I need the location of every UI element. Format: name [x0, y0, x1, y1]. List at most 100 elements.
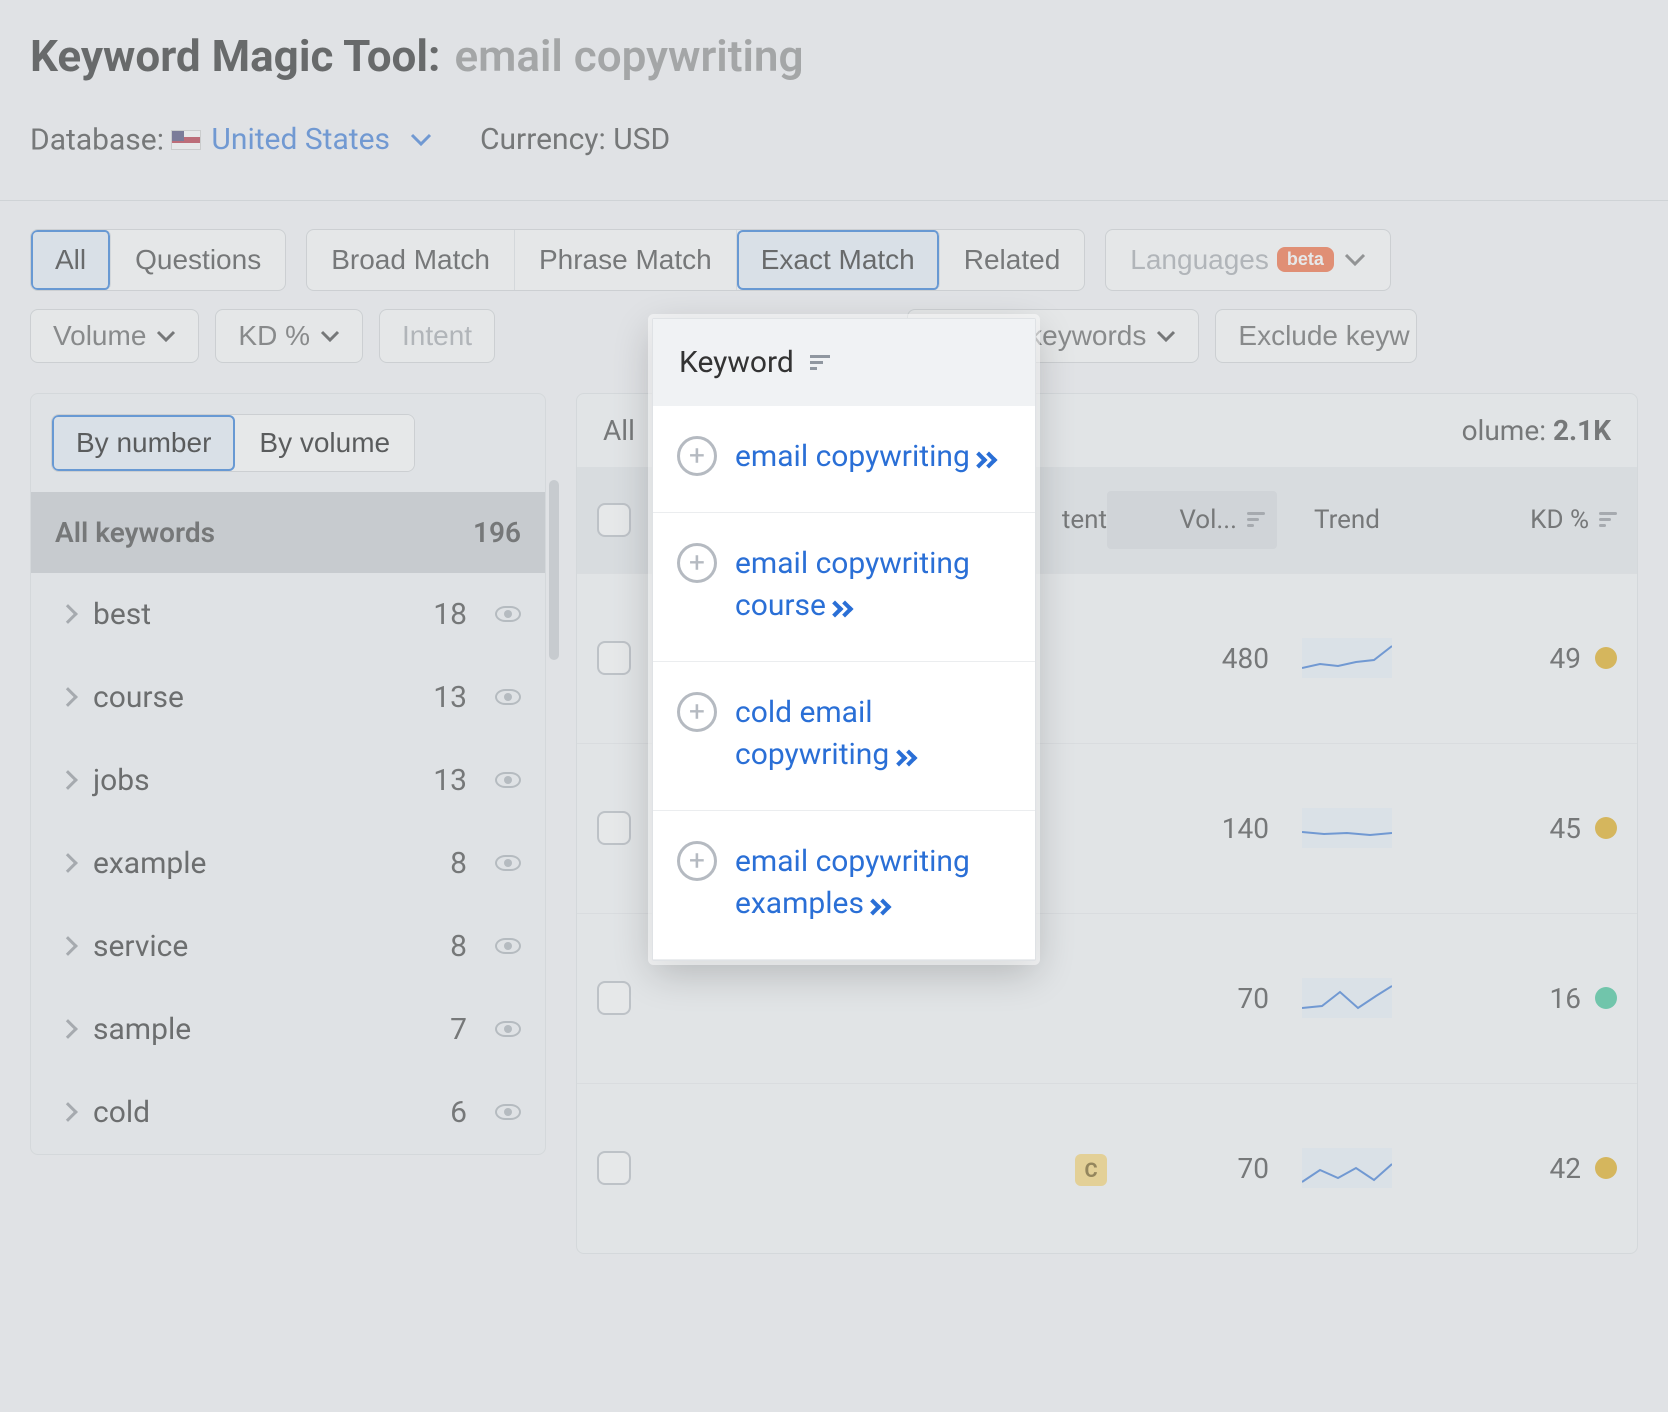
database-selector[interactable]: United States: [171, 122, 432, 157]
row-checkbox[interactable]: [597, 641, 631, 675]
col-trend[interactable]: Trend: [1277, 505, 1417, 535]
chevron-down-icon: [156, 330, 176, 342]
sidebar-item-count: 8: [450, 846, 467, 881]
eye-icon[interactable]: [495, 689, 521, 705]
row-checkbox[interactable]: [597, 811, 631, 845]
add-keyword-icon[interactable]: +: [677, 841, 717, 881]
filter-intent[interactable]: Intent: [379, 309, 495, 363]
chevron-right-icon: [58, 604, 78, 624]
keyword-item[interactable]: + cold email copywriting: [653, 662, 1035, 811]
database-label: Database:: [30, 123, 164, 158]
mode-by-volume[interactable]: By volume: [235, 415, 414, 471]
tab-all[interactable]: All: [31, 230, 111, 290]
sort-desc-icon: [1247, 512, 1265, 527]
mode-by-number[interactable]: By number: [52, 415, 235, 471]
row-kd-value: 42: [1550, 1152, 1581, 1185]
tab-related[interactable]: Related: [940, 230, 1085, 290]
col-kd[interactable]: KD %: [1417, 505, 1617, 535]
tab-exact-match[interactable]: Exact Match: [737, 230, 940, 290]
tab-questions[interactable]: Questions: [111, 230, 285, 290]
tab-broad-match[interactable]: Broad Match: [307, 230, 515, 290]
divider: [0, 200, 1668, 201]
chevron-right-icon: [58, 936, 78, 956]
sidebar-item-count: 13: [433, 763, 467, 798]
summary-volume-value: 2.1K: [1553, 414, 1611, 447]
currency-block: Currency: USD: [480, 122, 670, 157]
languages-label: Languages: [1130, 244, 1269, 276]
sidebar-item-service[interactable]: service8: [31, 905, 545, 988]
keyword-item[interactable]: + email copywriting: [653, 406, 1035, 513]
tab-phrase-match[interactable]: Phrase Match: [515, 230, 737, 290]
double-chevron-icon: [893, 752, 915, 764]
eye-icon[interactable]: [495, 1021, 521, 1037]
eye-icon[interactable]: [495, 772, 521, 788]
kd-difficulty-dot: [1595, 1157, 1617, 1179]
scope-tabs: All Questions: [30, 229, 286, 291]
languages-button[interactable]: Languages beta: [1106, 230, 1390, 290]
chevron-down-icon: [410, 133, 432, 147]
double-chevron-icon: [829, 603, 851, 615]
database-block: Database: United States: [30, 122, 432, 158]
database-value: United States: [211, 122, 390, 157]
sidebar-item-jobs[interactable]: jobs 13: [31, 739, 545, 822]
add-keyword-icon[interactable]: +: [677, 692, 717, 732]
select-all-checkbox[interactable]: [597, 503, 631, 537]
sidebar-all-keywords-label: All keywords: [55, 516, 215, 549]
filter-exclude-keywords[interactable]: Exclude keyw: [1215, 309, 1416, 363]
filter-kd[interactable]: KD %: [215, 309, 363, 363]
beta-badge: beta: [1277, 247, 1334, 272]
eye-icon[interactable]: [495, 855, 521, 871]
filter-exclude-label: Exclude keyw: [1238, 320, 1409, 352]
sidebar-item-count: 13: [433, 680, 467, 715]
chevron-right-icon: [58, 1019, 78, 1039]
keyword-link[interactable]: email copywriting course: [735, 546, 970, 623]
keyword-link[interactable]: cold email copywriting: [735, 695, 889, 772]
chevron-right-icon: [58, 1102, 78, 1122]
row-checkbox[interactable]: [597, 981, 631, 1015]
eye-icon[interactable]: [495, 938, 521, 954]
keyword-column-header[interactable]: Keyword: [653, 319, 1035, 406]
summary-total-volume: olume: 2.1K: [1462, 414, 1611, 447]
trend-chart: [1302, 1148, 1392, 1188]
match-tabs: Broad Match Phrase Match Exact Match Rel…: [306, 229, 1085, 291]
scrollbar[interactable]: [549, 480, 559, 660]
sidebar-all-keywords[interactable]: All keywords 196: [31, 492, 545, 573]
sidebar-item-example[interactable]: example 8: [31, 822, 545, 905]
row-volume: 70: [1107, 1152, 1277, 1185]
sidebar-item-label: jobs: [93, 763, 415, 798]
double-chevron-icon: [973, 454, 995, 466]
keyword-link[interactable]: email copywriting: [735, 439, 970, 474]
sidebar-item-label: service: [93, 929, 432, 964]
sidebar-item-label: sample: [93, 1012, 432, 1047]
sidebar-item-label: course: [93, 680, 415, 715]
row-checkbox[interactable]: [597, 1151, 631, 1185]
page-title-row: Keyword Magic Tool: email copywriting: [30, 30, 1638, 82]
filter-volume[interactable]: Volume: [30, 309, 199, 363]
intent-badge: C: [1075, 1154, 1107, 1186]
keyword-link[interactable]: email copywriting examples: [735, 844, 970, 921]
languages-selector[interactable]: Languages beta: [1105, 229, 1391, 291]
col-trend-label: Trend: [1314, 505, 1380, 535]
sidebar-item-course[interactable]: course 13: [31, 656, 545, 739]
add-keyword-icon[interactable]: +: [677, 436, 717, 476]
keyword-groups-sidebar: By number By volume All keywords 196 bes…: [30, 393, 546, 1155]
eye-icon[interactable]: [495, 1104, 521, 1120]
col-volume[interactable]: Vol...: [1107, 491, 1277, 549]
add-keyword-icon[interactable]: +: [677, 543, 717, 583]
sidebar-item-label: example: [93, 846, 432, 881]
chevron-right-icon: [58, 770, 78, 790]
chevron-down-icon: [320, 330, 340, 342]
keyword-item[interactable]: + email copywriting course: [653, 513, 1035, 662]
sidebar-item-cold[interactable]: cold6: [31, 1071, 545, 1154]
sidebar-item-sample[interactable]: sample7: [31, 988, 545, 1071]
currency-label: Currency:: [480, 122, 606, 157]
sidebar-all-keywords-count: 196: [473, 516, 521, 549]
chevron-down-icon: [1344, 253, 1366, 267]
filter-kd-label: KD %: [238, 320, 310, 352]
chevron-right-icon: [58, 687, 78, 707]
trend-chart: [1302, 638, 1392, 678]
eye-icon[interactable]: [495, 606, 521, 622]
keyword-item[interactable]: + email copywriting examples: [653, 811, 1035, 960]
sidebar-item-best[interactable]: best18: [31, 573, 545, 656]
sort-icon: [1599, 512, 1617, 527]
